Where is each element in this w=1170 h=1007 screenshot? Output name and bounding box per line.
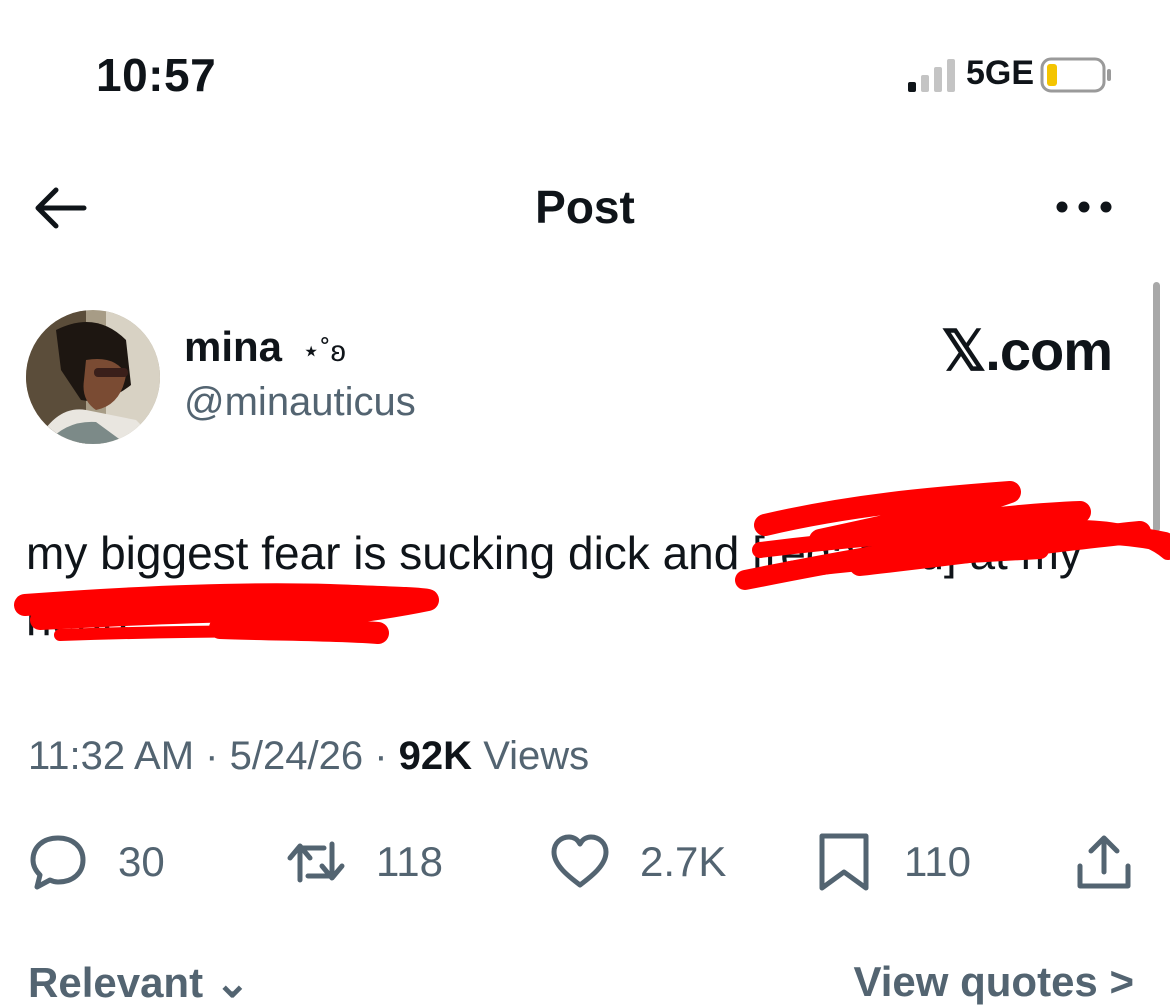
avatar-image xyxy=(26,310,160,444)
battery-icon xyxy=(1040,57,1111,93)
author-name-symbol: ⋆˚ʚ xyxy=(301,335,346,368)
tweet-meta: 11:32 AM · 5/24/26 · 92K Views xyxy=(28,734,589,779)
author-name[interactable]: mina ⋆˚ʚ xyxy=(184,323,346,371)
views-count: 92K xyxy=(398,734,473,778)
view-quotes-link[interactable]: View quotes > xyxy=(854,958,1135,1006)
tweet-time: 11:32 AM xyxy=(28,734,195,778)
like-button[interactable]: 2.7K xyxy=(550,832,726,892)
avatar[interactable] xyxy=(26,310,160,444)
page-title: Post xyxy=(535,181,635,233)
tweet-date: 5/24/26 xyxy=(229,734,364,778)
share-icon xyxy=(1077,835,1131,889)
sort-relevant-button[interactable]: Relevant ⌄ xyxy=(28,958,250,1007)
reply-icon xyxy=(30,835,86,890)
meta-separator: · xyxy=(374,734,388,778)
network-label: 5GE xyxy=(966,54,1035,92)
status-time: 10:57 xyxy=(96,49,217,101)
repost-icon xyxy=(287,841,345,883)
bookmark-button[interactable]: 110 xyxy=(814,832,971,892)
meta-separator: · xyxy=(205,734,219,778)
author-handle[interactable]: @minauticus xyxy=(184,380,416,425)
watermark: 𝕏.com xyxy=(941,319,1113,382)
like-count: 2.7K xyxy=(640,838,727,885)
author-name-text: mina xyxy=(184,323,283,370)
repost-button[interactable]: 118 xyxy=(286,832,443,892)
signal-icon xyxy=(908,59,955,92)
views-label: Views xyxy=(483,734,590,778)
bookmark-count: 110 xyxy=(904,838,971,885)
heart-icon xyxy=(551,834,609,888)
repost-count: 118 xyxy=(376,838,443,885)
share-button[interactable] xyxy=(1074,832,1158,892)
reply-button[interactable]: 30 xyxy=(28,832,165,892)
bookmark-icon xyxy=(819,833,869,891)
more-horizontal-icon[interactable] xyxy=(1052,192,1116,222)
redaction-scribble xyxy=(14,481,1170,644)
reply-count: 30 xyxy=(118,838,165,885)
